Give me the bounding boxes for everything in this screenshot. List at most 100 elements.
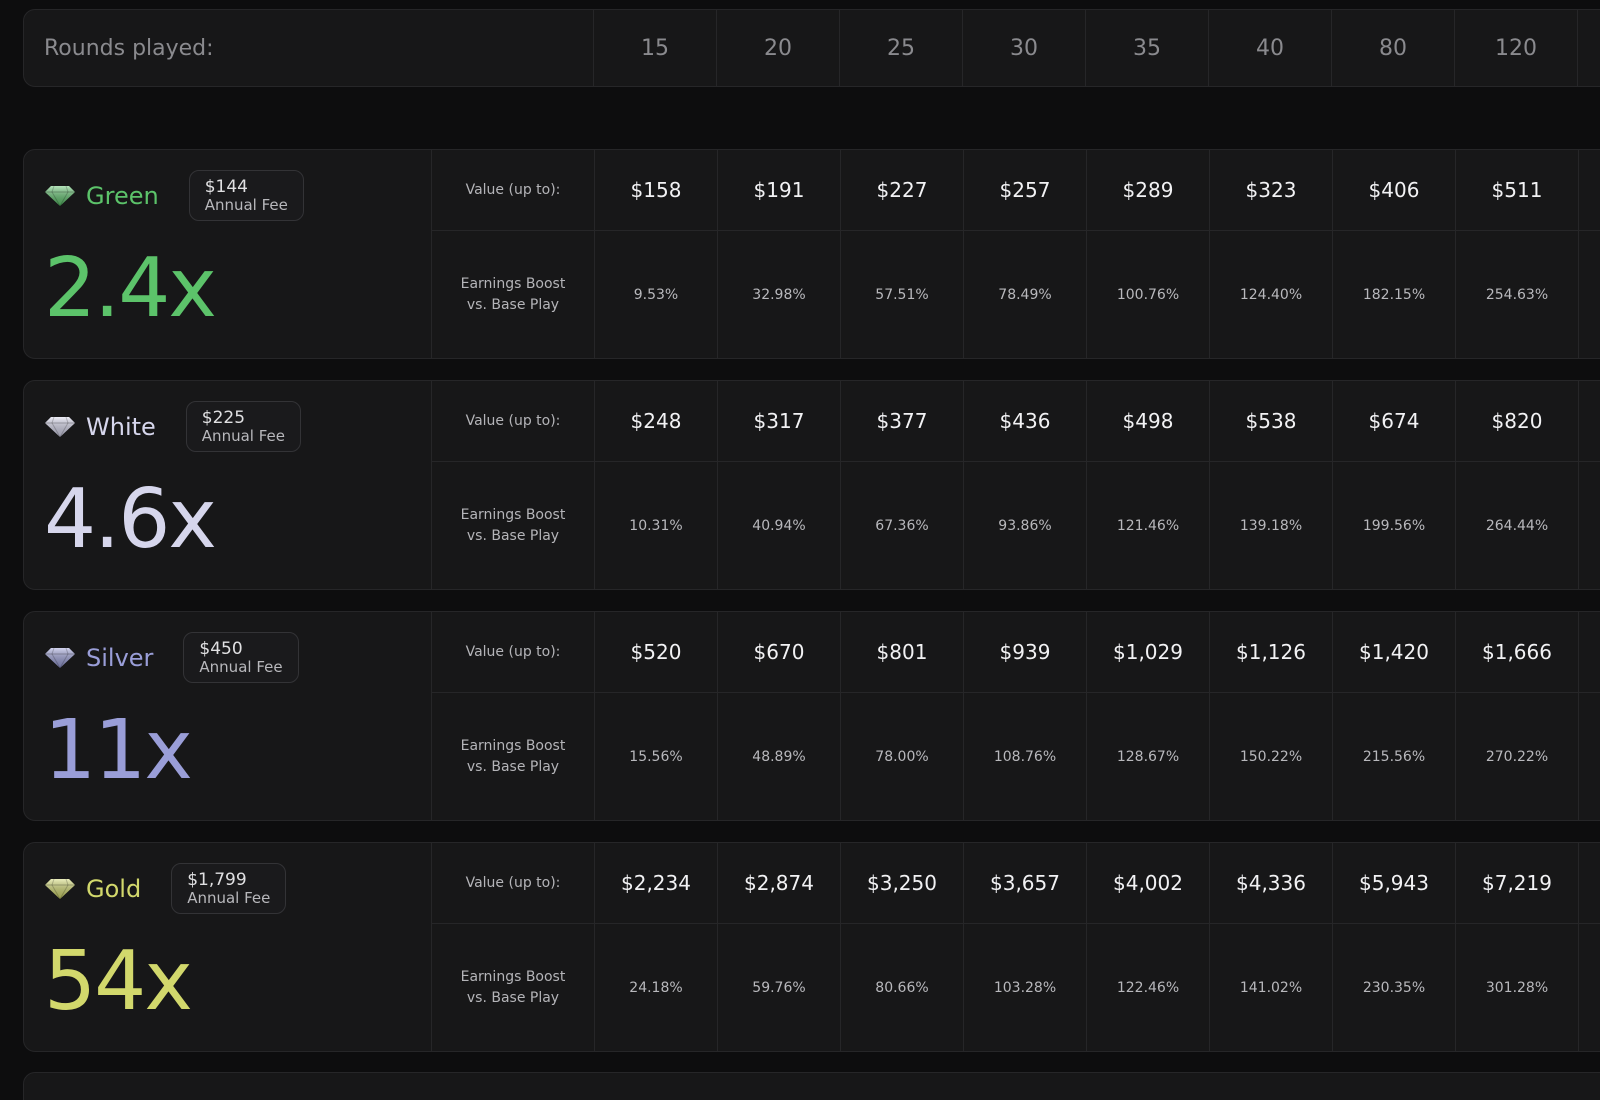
value-cell: $520 <box>595 612 718 692</box>
white-gem-icon <box>45 416 75 438</box>
earnings-boost-row: Earnings Boost vs. Base Play 24.18% 59.7… <box>432 924 1600 1051</box>
boost-cell: 78.49% <box>964 231 1087 358</box>
earnings-boost-row: Earnings Boost vs. Base Play 15.56% 48.8… <box>432 693 1600 820</box>
boost-cell: 141.02% <box>1210 924 1333 1051</box>
tier-rows: Value (up to): $248 $317 $377 $436 $498 … <box>432 381 1600 589</box>
boost-cell: 182.15% <box>1333 231 1456 358</box>
annual-fee-label: Annual Fee <box>187 888 271 907</box>
tier-card-gold: Gold $1,799 Annual Fee 54x Value (up to)… <box>23 842 1600 1052</box>
annual-fee-price: $1,799 <box>187 870 247 890</box>
value-row: Value (up to): $158 $191 $227 $257 $289 … <box>432 150 1600 231</box>
tier-card-white: White $225 Annual Fee 4.6x Value (up to)… <box>23 380 1600 590</box>
tier-header: Silver $450 Annual Fee <box>44 632 299 684</box>
tier-card-green: Green $144 Annual Fee 2.4x Value (up to)… <box>23 149 1600 359</box>
value-cell: $674 <box>1333 381 1456 461</box>
tier-info: Gold $1,799 Annual Fee 54x <box>24 843 432 1051</box>
earnings-boost-row: Earnings Boost vs. Base Play 9.53% 32.98… <box>432 231 1600 358</box>
tier-multiplier: 54x <box>44 934 193 1029</box>
tier-info: Green $144 Annual Fee 2.4x <box>24 150 432 358</box>
rounds-played-header: Rounds played: 15 20 25 30 35 40 80 120 <box>23 9 1600 87</box>
boost-cell: 264.44% <box>1456 462 1579 589</box>
value-cell: $257 <box>964 150 1087 230</box>
boost-cell: 122.46% <box>1087 924 1210 1051</box>
value-cell: $3,657 <box>964 843 1087 923</box>
value-row-label: Value (up to): <box>432 381 595 461</box>
value-cell: $511 <box>1456 150 1579 230</box>
silver-gem-icon <box>45 647 75 669</box>
boost-cell: 199.56% <box>1333 462 1456 589</box>
annual-fee-badge: $225 Annual Fee <box>185 401 301 453</box>
earnings-boost-row: Earnings Boost vs. Base Play 10.31% 40.9… <box>432 462 1600 589</box>
annual-fee-price: $144 <box>204 177 248 197</box>
value-row: Value (up to): $2,234 $2,874 $3,250 $3,6… <box>432 843 1600 924</box>
boost-cell: 128.67% <box>1087 693 1210 820</box>
boost-cell: 40.94% <box>718 462 841 589</box>
annual-fee-price: $225 <box>201 408 246 428</box>
tier-name: White <box>86 412 156 441</box>
value-cell: $289 <box>1087 150 1210 230</box>
value-cell: $227 <box>841 150 964 230</box>
value-cell: $3,250 <box>841 843 964 923</box>
tier-card-silver: Silver $450 Annual Fee 11x Value (up to)… <box>23 611 1600 821</box>
boost-cell: 24.18% <box>595 924 718 1051</box>
value-cell: $323 <box>1210 150 1333 230</box>
boost-cell: 270.22% <box>1456 693 1579 820</box>
value-cell: $1,420 <box>1333 612 1456 692</box>
value-cell: $377 <box>841 381 964 461</box>
rounds-col-6: 40 <box>1209 10 1332 86</box>
boost-cell: 301.28% <box>1456 924 1579 1051</box>
next-tier-card-partial <box>23 1072 1600 1100</box>
annual-fee-price: $450 <box>199 639 243 659</box>
annual-fee-label: Annual Fee <box>199 657 283 676</box>
value-row-label: Value (up to): <box>432 150 595 230</box>
annual-fee-badge: $1,799 Annual Fee <box>171 863 287 915</box>
value-cell: $248 <box>595 381 718 461</box>
boost-cell: 48.89% <box>718 693 841 820</box>
value-cell: $4,336 <box>1210 843 1333 923</box>
boost-cell: 93.86% <box>964 462 1087 589</box>
boost-cell: 67.36% <box>841 462 964 589</box>
boost-row-label: Earnings Boost vs. Base Play <box>432 924 595 1051</box>
boost-cell: 100.76% <box>1087 231 1210 358</box>
boost-cell: 15.56% <box>595 693 718 820</box>
boost-cell: 230.35% <box>1333 924 1456 1051</box>
boost-cell: 215.56% <box>1333 693 1456 820</box>
boost-cell: 78.00% <box>841 693 964 820</box>
boost-cell: 254.63% <box>1456 231 1579 358</box>
green-gem-icon <box>45 185 75 207</box>
value-cell: $2,874 <box>718 843 841 923</box>
boost-cell: 124.40% <box>1210 231 1333 358</box>
rounds-col-3: 25 <box>840 10 963 86</box>
boost-cell: 103.28% <box>964 924 1087 1051</box>
value-row: Value (up to): $248 $317 $377 $436 $498 … <box>432 381 1600 462</box>
tier-info: White $225 Annual Fee 4.6x <box>24 381 432 589</box>
gold-gem-icon <box>45 878 75 900</box>
value-row-label: Value (up to): <box>432 612 595 692</box>
boost-cell: 121.46% <box>1087 462 1210 589</box>
value-cell: $939 <box>964 612 1087 692</box>
tier-multiplier: 11x <box>44 703 193 798</box>
annual-fee-label: Annual Fee <box>201 426 285 445</box>
value-cell: $498 <box>1087 381 1210 461</box>
tier-rows: Value (up to): $520 $670 $801 $939 $1,02… <box>432 612 1600 820</box>
tier-header: White $225 Annual Fee <box>44 401 301 453</box>
rounds-col-2: 20 <box>717 10 840 86</box>
rounds-col-7: 80 <box>1332 10 1455 86</box>
value-cell: $801 <box>841 612 964 692</box>
tier-header: Green $144 Annual Fee <box>44 170 304 222</box>
boost-cell: 108.76% <box>964 693 1087 820</box>
value-cell: $538 <box>1210 381 1333 461</box>
tier-name: Green <box>86 181 159 210</box>
value-row-label: Value (up to): <box>432 843 595 923</box>
value-cell: $191 <box>718 150 841 230</box>
value-cell: $317 <box>718 381 841 461</box>
value-cell: $820 <box>1456 381 1579 461</box>
rounds-col-1: 15 <box>594 10 717 86</box>
boost-cell: 10.31% <box>595 462 718 589</box>
tier-rows: Value (up to): $158 $191 $227 $257 $289 … <box>432 150 1600 358</box>
value-cell: $158 <box>595 150 718 230</box>
tier-multiplier: 4.6x <box>44 472 217 567</box>
pricing-table-page: Rounds played: 15 20 25 30 35 40 80 120 … <box>0 0 1600 1100</box>
rounds-played-label: Rounds played: <box>24 10 594 86</box>
value-cell: $1,126 <box>1210 612 1333 692</box>
